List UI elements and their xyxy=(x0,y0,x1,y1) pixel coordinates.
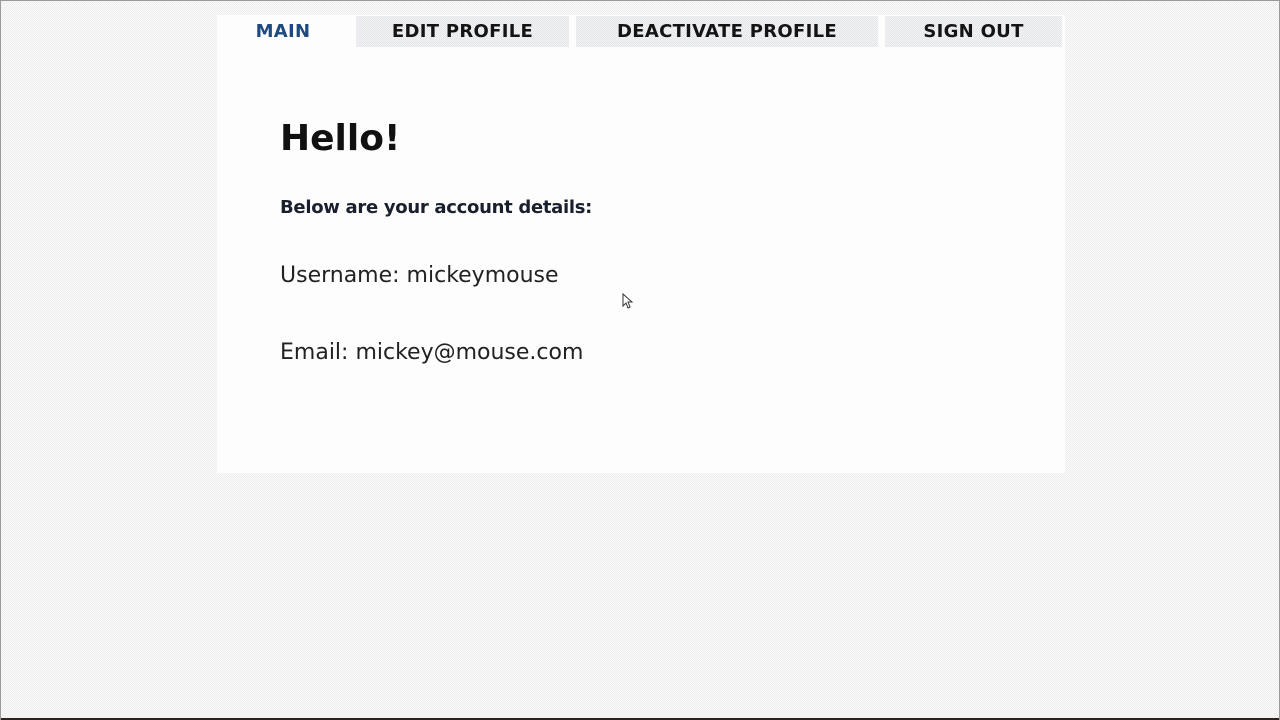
mouse-pointer-icon xyxy=(622,293,633,309)
tab-deactivate-profile[interactable]: DEACTIVATE PROFILE xyxy=(576,16,878,47)
page-title: Hello! xyxy=(280,118,401,159)
username-text: Username: mickeymouse xyxy=(280,263,559,288)
tab-main[interactable]: MAIN xyxy=(217,16,349,47)
tab-sign-out[interactable]: SIGN OUT xyxy=(885,16,1062,47)
tab-edit-profile[interactable]: EDIT PROFILE xyxy=(356,16,569,47)
email-text: Email: mickey@mouse.com xyxy=(280,340,584,365)
profile-card: MAIN EDIT PROFILE DEACTIVATE PROFILE SIG… xyxy=(217,15,1065,473)
nav-tabs: MAIN EDIT PROFILE DEACTIVATE PROFILE SIG… xyxy=(217,15,1065,47)
account-details-heading: Below are your account details: xyxy=(280,197,593,218)
